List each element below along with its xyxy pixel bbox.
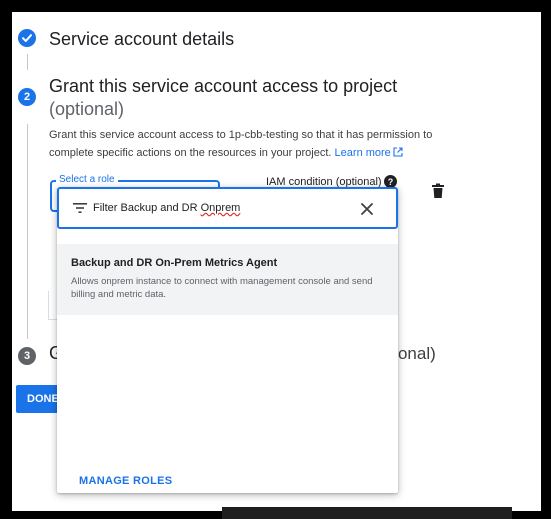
manage-roles-button[interactable]: MANAGE ROLES — [79, 475, 172, 487]
role-option-title: Backup and DR On-Prem Metrics Agent — [71, 257, 278, 269]
step-2-number: 2 — [18, 88, 36, 106]
step-1-title[interactable]: Service account details — [49, 29, 234, 50]
step-connector — [27, 124, 28, 339]
role-option-description: Allows onprem instance to connect with m… — [71, 276, 373, 300]
trash-icon[interactable] — [431, 183, 445, 199]
filter-icon — [73, 203, 87, 213]
learn-more-text: Learn more — [334, 147, 391, 159]
grant-description: Grant this service account access to 1p-… — [49, 126, 449, 162]
filter-query: Filter Backup and DR Onprem — [93, 202, 240, 214]
done-button[interactable]: DONE — [16, 385, 60, 413]
step-1-check-icon — [18, 29, 36, 47]
filter-query-prefix: Filter Backup and DR — [93, 202, 201, 214]
step-2-optional: (optional) — [49, 99, 125, 119]
bottom-bar — [222, 507, 512, 519]
close-icon[interactable] — [360, 202, 374, 216]
step-3-number: 3 — [18, 347, 36, 365]
external-link-icon — [393, 147, 403, 157]
dialog-frame: Service account details 2 Grant this ser… — [12, 12, 541, 511]
select-role-label: Select a role — [56, 174, 118, 185]
role-option-backup-dr-onprem-metrics-agent[interactable]: Backup and DR On-Prem Metrics Agent Allo… — [57, 244, 398, 315]
filter-input[interactable]: Filter Backup and DR Onprem — [57, 187, 398, 229]
learn-more-link[interactable]: Learn more — [335, 147, 403, 159]
filter-query-misspelled: Onprem — [200, 202, 241, 214]
role-dropdown: Filter Backup and DR Onprem Backup and D… — [57, 187, 398, 493]
step-2-title: Grant this service account access to pro… — [49, 76, 398, 96]
step-connector — [27, 54, 28, 70]
